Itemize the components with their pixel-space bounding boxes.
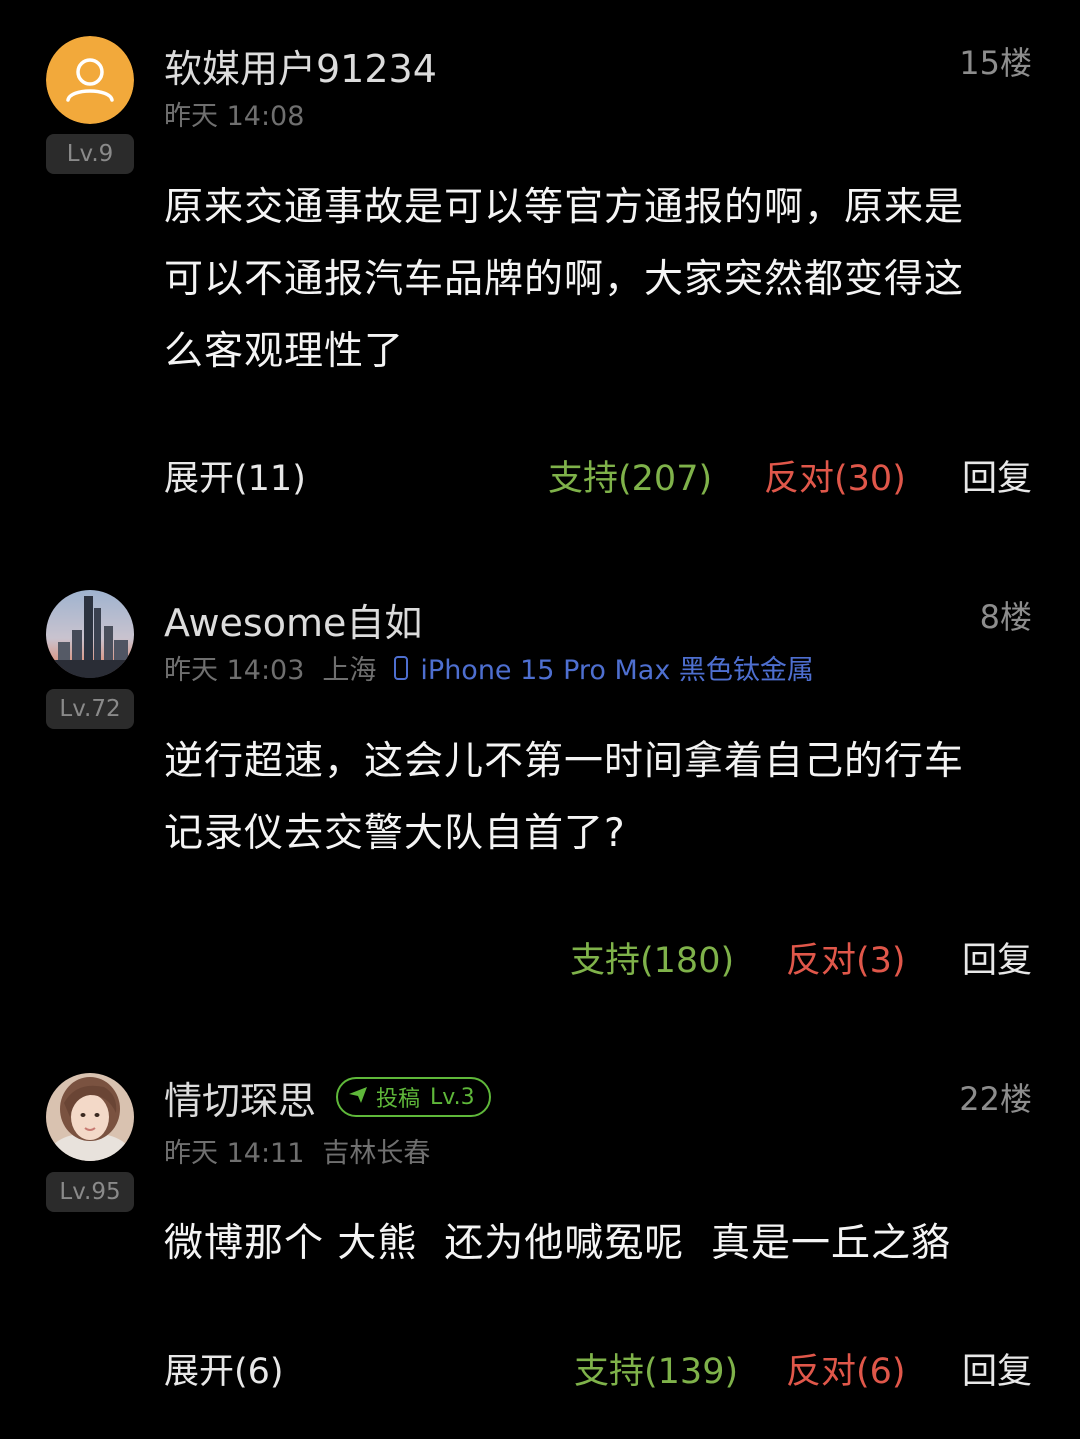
user-level-badge: Lv.9	[46, 134, 134, 174]
user-avatar[interactable]	[46, 590, 134, 678]
support-button[interactable]: 支持(207)	[548, 450, 712, 501]
phone-icon	[394, 655, 409, 680]
comment-meta: 昨天 14:11 吉林长春	[164, 1131, 430, 1170]
send-icon	[348, 1085, 368, 1110]
reply-button[interactable]: 回复	[962, 450, 1032, 501]
comment-time: 昨天 14:11	[164, 1138, 305, 1169]
comment-text: 微博那个 大熊 还为他喊冤呢 真是一丘之貉	[164, 1221, 951, 1266]
city-skyline-photo	[46, 590, 134, 678]
floor-number: 15楼	[959, 44, 1032, 82]
floor-number: 8楼	[979, 598, 1032, 636]
reply-button[interactable]: 回复	[962, 932, 1032, 983]
comment-location: 吉林长春	[322, 1138, 431, 1169]
comment-meta: 昨天 14:03 上海 iPhone 15 Pro Max 黑色钛金属	[164, 648, 814, 687]
username[interactable]: 情切琛思	[164, 1070, 316, 1125]
portrait-photo	[46, 1073, 134, 1161]
expand-replies-button[interactable]: 展开(6)	[164, 1343, 284, 1394]
comment-time: 昨天 14:03	[164, 655, 305, 686]
comment-location: 上海	[322, 655, 377, 686]
user-avatar[interactable]	[46, 36, 134, 124]
reply-button[interactable]: 回复	[962, 1343, 1032, 1394]
comment-actions: 展开(11) 支持(207) 反对(30) 回复	[164, 450, 1032, 500]
badge-level: Lv.3	[430, 1084, 475, 1110]
device-name: iPhone 15 Pro Max 黑色钛金属	[420, 655, 814, 686]
device-label: iPhone 15 Pro Max 黑色钛金属	[394, 648, 814, 687]
support-button[interactable]: 支持(180)	[570, 932, 734, 983]
username[interactable]: 软媒用户91234	[164, 38, 437, 93]
support-button[interactable]: 支持(139)	[574, 1343, 738, 1394]
user-level-badge: Lv.95	[46, 1172, 134, 1212]
oppose-button[interactable]: 反对(6)	[786, 1343, 906, 1394]
username-row: 情切琛思 投稿 Lv.3	[164, 1070, 491, 1125]
expand-replies-button[interactable]: 展开(11)	[164, 450, 306, 501]
comment-actions: 展开(6) 支持(139) 反对(6) 回复	[164, 1343, 1032, 1393]
badge-label: 投稿	[376, 1087, 421, 1112]
default-user-icon	[46, 36, 134, 124]
comment-meta: 昨天 14:08	[164, 94, 304, 133]
comment-text: 逆行超速，这会儿不第一时间拿着自己的行车 记录仪去交警大队自首了?	[164, 739, 965, 856]
username[interactable]: Awesome自如	[164, 592, 422, 647]
comment-time: 昨天 14:08	[164, 101, 305, 132]
comment-actions: 支持(180) 反对(3) 回复	[164, 932, 1032, 982]
comment-text: 原来交通事故是可以等官方通报的啊，原来是 可以不通报汽车品牌的啊，大家突然都变得…	[164, 185, 965, 374]
user-level-badge: Lv.72	[46, 689, 134, 729]
oppose-button[interactable]: 反对(3)	[786, 932, 906, 983]
oppose-button[interactable]: 反对(30)	[764, 450, 906, 501]
contributor-badge: 投稿 Lv.3	[336, 1077, 491, 1117]
floor-number: 22楼	[959, 1080, 1032, 1118]
user-avatar[interactable]	[46, 1073, 134, 1161]
